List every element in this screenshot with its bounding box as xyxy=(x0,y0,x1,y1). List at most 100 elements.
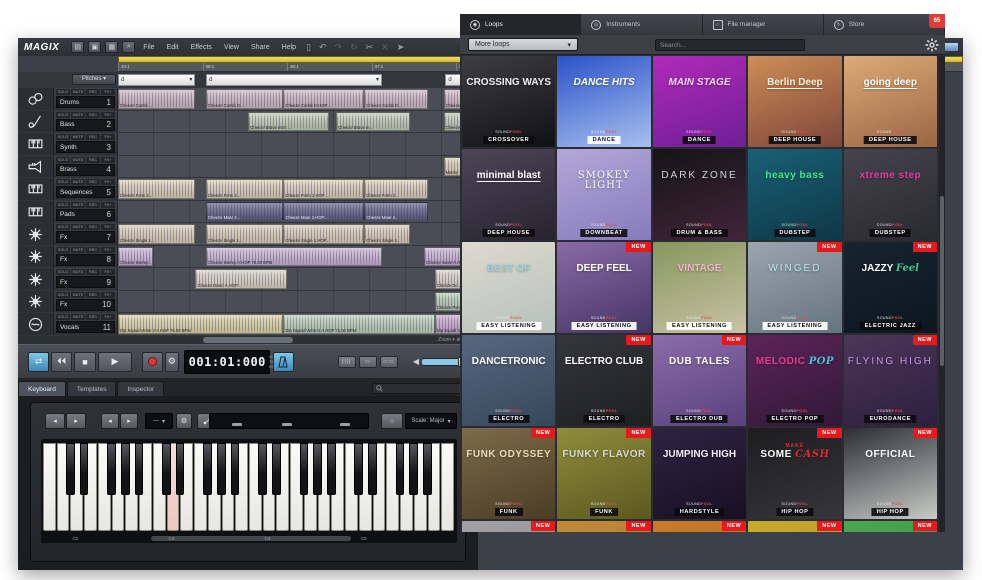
track-rec-button[interactable]: REC xyxy=(86,292,100,298)
scissors-icon[interactable]: ✂ xyxy=(366,42,374,53)
grid-mode-2-button[interactable]: ▭ xyxy=(359,356,377,368)
track-name-box[interactable]: Vocals11 xyxy=(56,321,115,333)
track-mute-button[interactable]: MUTE xyxy=(71,314,85,320)
loop-pack-tile-dark-zone[interactable]: DARK ZONESOUNDPOOLDRUM & BASS xyxy=(653,149,746,240)
track-name-box[interactable]: Brass4 xyxy=(56,164,115,176)
track-mute-button[interactable]: MUTE xyxy=(71,224,85,230)
clip[interactable]: Cheeze Combi E.HOP... xyxy=(283,89,364,109)
mini-slider-3[interactable] xyxy=(340,423,350,426)
clip[interactable]: Cheeze Combi E... xyxy=(364,89,427,109)
drums-icon[interactable] xyxy=(18,88,54,110)
track-mute-button[interactable]: MUTE xyxy=(71,292,85,298)
track-mute-button[interactable]: MUTE xyxy=(71,89,85,95)
menu-file[interactable]: File xyxy=(143,44,154,51)
track-rec-button[interactable]: REC xyxy=(86,202,100,208)
tab-instruments[interactable]: ◎Instruments xyxy=(581,14,702,35)
shift-left-button[interactable]: ◂ xyxy=(101,413,119,429)
track-solo-button[interactable]: SOLO xyxy=(56,292,70,298)
loop-pack-tile-electro-club[interactable]: ELECTRO CLUBSOUNDPOOLELECTRONEW xyxy=(557,335,650,426)
clip[interactable]: Cheeze Down A.HOP... xyxy=(195,269,287,289)
clip[interactable]: Cheeze Single 1... xyxy=(206,224,283,244)
scale-dropdown[interactable]: Scale: Major ▾ xyxy=(405,413,457,429)
clip[interactable]: Cheeze Maar 2.HOP... xyxy=(283,202,364,222)
track-fx-button[interactable]: FX+ xyxy=(101,112,115,118)
menu-share[interactable]: Share xyxy=(251,44,270,51)
tab-loops[interactable]: ◉Loops xyxy=(460,14,581,35)
piano-key-black[interactable] xyxy=(176,443,185,495)
track-rec-button[interactable]: REC xyxy=(86,89,100,95)
track-name-box[interactable]: Bass2 xyxy=(56,119,115,131)
track-solo-button[interactable]: SOLO xyxy=(56,134,70,140)
track-name-box[interactable]: Drums1 xyxy=(56,96,115,108)
track-solo-button[interactable]: SOLO xyxy=(56,202,70,208)
track-rec-button[interactable]: REC xyxy=(86,157,100,163)
track-solo-button[interactable]: SOLO xyxy=(56,89,70,95)
piano-key-white[interactable] xyxy=(43,443,56,531)
track-fx-button[interactable]: FX+ xyxy=(101,89,115,95)
piano-key-black[interactable] xyxy=(66,443,75,495)
loop-pack-tile-winged[interactable]: WINGEDSOUNDPOOLEASY LISTENINGNEW xyxy=(748,242,841,333)
fx-icon[interactable] xyxy=(18,291,54,313)
octave-up-button[interactable]: ▸ xyxy=(66,413,86,429)
loop-pack-tile-crossing-ways[interactable]: CROSSING WAYSSOUNDPOOLCROSSOVER xyxy=(462,56,555,147)
mini-slider-1[interactable] xyxy=(232,423,242,426)
metronome-button[interactable] xyxy=(273,352,294,372)
loop-pack-tile-melodic[interactable]: MELODIC POPSOUNDPOOLELECTRO POP xyxy=(748,335,841,426)
menu-effects[interactable]: Effects xyxy=(191,44,212,51)
track-name-box[interactable]: Synth3 xyxy=(56,141,115,153)
record-button[interactable] xyxy=(142,352,163,372)
pitches-dropdown[interactable]: Pitches ▾ xyxy=(72,74,116,85)
track-rec-button[interactable]: REC xyxy=(86,134,100,140)
tab-templates[interactable]: Templates xyxy=(67,381,117,396)
track-fx-button[interactable]: FX+ xyxy=(101,157,115,163)
track-name-box[interactable]: Fx7 xyxy=(56,231,115,243)
piano-key-black[interactable] xyxy=(313,443,322,495)
piano-key-black[interactable] xyxy=(135,443,144,495)
open-folder-icon[interactable]: ▣ xyxy=(88,41,101,53)
piano-key-black[interactable] xyxy=(162,443,171,495)
clip[interactable]: Cheeze Form 2... xyxy=(118,179,195,199)
piano-key-black[interactable] xyxy=(80,443,89,495)
undo-icon[interactable]: ↶ xyxy=(319,42,327,53)
tab-store[interactable]: ↻Store xyxy=(824,14,945,35)
track-fx-button[interactable]: FX+ xyxy=(101,247,115,253)
trumpet-icon[interactable] xyxy=(18,156,54,178)
loop-pack-tile-flying-high[interactable]: FLYING HIGHSOUNDPOOLEURODANCENEW xyxy=(844,335,937,426)
loop-pack-tile-xtreme-step[interactable]: xtreme stepSOUNDPOOLDUBSTEP xyxy=(844,149,937,240)
track-fx-button[interactable]: FX+ xyxy=(101,314,115,320)
browser-scrollbar[interactable] xyxy=(939,56,945,532)
track-fx-button[interactable]: FX+ xyxy=(101,224,115,230)
loop-pack-tile[interactable]: NEW xyxy=(462,521,555,532)
track-rec-button[interactable]: REC xyxy=(86,224,100,230)
save-icon[interactable]: ▦ xyxy=(105,41,118,53)
loop-pack-tile-deep-feel[interactable]: DEEP FEELSOUNDPOOLEASY LISTENINGNEW xyxy=(557,242,650,333)
clip[interactable]: Cheeze Form 2.HOP ... xyxy=(283,179,364,199)
track-mute-button[interactable]: MUTE xyxy=(71,134,85,140)
track-name-box[interactable]: Sequences5 xyxy=(56,186,115,198)
pitch-segment[interactable]: d▾ xyxy=(118,74,195,86)
loop-pack-tile[interactable]: NEW xyxy=(557,521,650,532)
panel-search-input[interactable]: ✕ xyxy=(372,383,468,394)
mini-slider-2[interactable] xyxy=(282,423,292,426)
loop-pack-tile-jumping-high[interactable]: JUMPING HIGHSOUNDPOOLHARDSTYLE xyxy=(653,428,746,519)
clip[interactable]: Cheeze Form 2... xyxy=(206,179,283,199)
velocity-display[interactable] xyxy=(209,413,369,429)
track-mute-button[interactable]: MUTE xyxy=(71,247,85,253)
cursor-icon[interactable]: ➤ xyxy=(397,42,405,53)
clip[interactable]: Cheeze Single 1.HOP... xyxy=(283,224,364,244)
hscroll-thumb[interactable] xyxy=(203,337,293,343)
loop-pack-tile-berlin-deep[interactable]: Berlin DeepSOUNDPOOLDEEP HOUSE xyxy=(748,56,841,147)
track-solo-button[interactable]: SOLO xyxy=(56,112,70,118)
track-lane[interactable]: Cheeze Combi ...Cheeze Combi G...Cheeze … xyxy=(118,88,470,110)
piano-key-black[interactable] xyxy=(107,443,116,495)
previous-button[interactable]: ⏴⏴ xyxy=(51,352,72,372)
track-rec-button[interactable]: REC xyxy=(86,112,100,118)
track-fx-button[interactable]: FX+ xyxy=(101,179,115,185)
clip[interactable]: Cheeze Sweep A.HOP 75.00 BPM xyxy=(206,247,382,267)
piano-key-black[interactable] xyxy=(396,443,405,495)
track-name-box[interactable]: Pads6 xyxy=(56,209,115,221)
loop-pack-tile-dance-hits[interactable]: DANCE HITSSOUNDPOOLDANCE xyxy=(557,56,650,147)
track-lane[interactable]: Cheeze Single 1...Cheeze Single 1...Chee… xyxy=(118,223,470,245)
track-solo-button[interactable]: SOLO xyxy=(56,224,70,230)
track-lane[interactable] xyxy=(118,133,470,155)
